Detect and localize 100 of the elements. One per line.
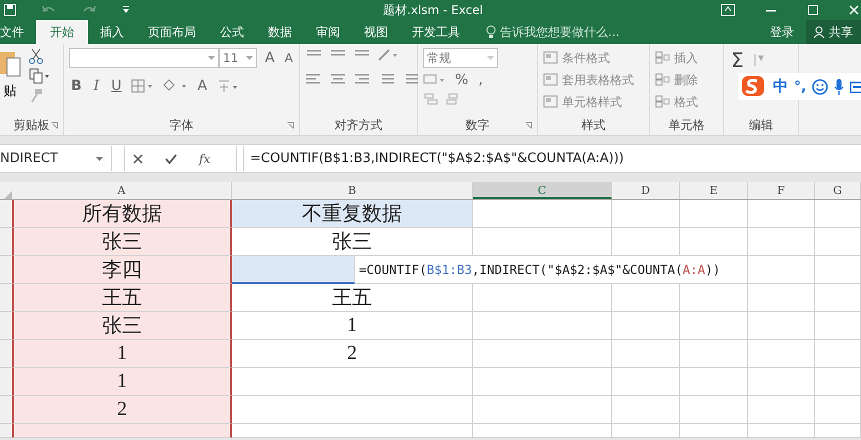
column-header[interactable]: A (12, 182, 232, 199)
table-cell (612, 284, 680, 312)
table-cell (815, 424, 861, 438)
delete-cells-button[interactable]: 删除 (655, 70, 698, 90)
input-mode-toggle[interactable]: 中 (773, 77, 788, 96)
tell-me-field[interactable]: 告诉我您想要做什么... (486, 20, 620, 44)
format-cells-button[interactable]: 格式 (655, 92, 698, 112)
ribbon-tab[interactable]: 开发工具 (400, 20, 472, 44)
row-header[interactable] (0, 424, 12, 438)
insert-cells-button[interactable]: 插入 (655, 48, 698, 68)
table-cell (815, 340, 861, 368)
redo-icon[interactable] (82, 5, 96, 15)
table-cell (612, 424, 680, 438)
insert-function-button[interactable]: fx (199, 152, 210, 166)
increase-decimal-icon[interactable] (423, 92, 439, 106)
cancel-icon[interactable] (133, 154, 143, 164)
undo-icon[interactable] (42, 5, 56, 15)
punctuation-toggle[interactable]: °, (794, 78, 806, 94)
input-method-logo-icon[interactable] (741, 74, 767, 98)
row-header[interactable] (0, 256, 12, 284)
autosum-button[interactable]: Σ (729, 48, 746, 72)
phonetic-guide-icon[interactable] (217, 78, 240, 94)
font-size-field[interactable]: 11 (219, 48, 257, 68)
formula-input[interactable]: =COUNTIF(B$1:B3,INDIRECT("$A$2:$A$"&COUNTA(A:A))) (243, 146, 861, 171)
align-left-icon[interactable] (305, 72, 323, 86)
column-header[interactable]: F (748, 182, 815, 199)
ribbon-tab[interactable]: 页面布局 (136, 20, 208, 44)
column-header[interactable]: E (680, 182, 748, 199)
ribbon-tab[interactable]: 文件 (0, 20, 36, 44)
cell-formula-editor[interactable]: =COUNTIF(B$1:B3,INDIRECT("$A$2:$A$"&COUNTA(A:A)) (355, 256, 748, 284)
enter-check-icon[interactable] (165, 154, 177, 164)
column-header[interactable]: G (815, 182, 861, 199)
align-right-icon[interactable] (353, 72, 371, 86)
login-link[interactable]: 登录 (758, 20, 806, 44)
table-cell: 不重复数据 (232, 200, 473, 228)
dialog-launcher-icon[interactable] (287, 122, 294, 129)
dropdown-caret-icon (96, 156, 103, 160)
align-center-icon[interactable] (329, 72, 347, 86)
table-cell: 李四 (12, 256, 232, 284)
comma-style-button[interactable]: , (476, 72, 485, 88)
row-header[interactable] (0, 228, 12, 256)
row-header[interactable] (0, 396, 12, 424)
ribbon-tab[interactable]: 开始 (36, 20, 88, 44)
decrease-font-button[interactable]: A (282, 51, 295, 65)
table-style-icon (543, 95, 559, 109)
font-color-button[interactable]: A (195, 78, 210, 94)
percent-button[interactable]: % (453, 72, 470, 88)
maximize-icon[interactable] (807, 4, 819, 16)
table-cell (748, 228, 815, 256)
share-button[interactable]: 共享 (806, 20, 861, 44)
name-box[interactable]: NDIRECT (0, 146, 112, 171)
dropdown-caret-icon (246, 56, 253, 60)
font-name-field[interactable] (69, 48, 219, 68)
italic-button[interactable]: I (92, 78, 102, 94)
cells-grid-icon (655, 73, 671, 87)
table-cell: 1 (12, 368, 232, 396)
table-cell (748, 396, 815, 424)
ribbon-tab[interactable]: 公式 (208, 20, 256, 44)
number-format-field[interactable]: 常规 (423, 48, 498, 68)
ribbon-tab[interactable]: 审阅 (304, 20, 352, 44)
bold-button[interactable]: B (69, 78, 84, 94)
scissors-icon[interactable] (29, 48, 43, 64)
keyboard-icon[interactable] (850, 80, 861, 92)
active-cell[interactable] (232, 256, 355, 284)
dialog-launcher-icon[interactable] (525, 122, 532, 129)
column-header[interactable]: C (473, 182, 612, 199)
emoji-icon[interactable] (812, 78, 828, 94)
dialog-launcher-icon[interactable] (51, 122, 58, 129)
column-header[interactable]: D (612, 182, 680, 199)
underline-button[interactable]: U (109, 78, 124, 94)
person-icon (814, 26, 826, 38)
close-icon[interactable] (849, 5, 859, 15)
table-cell: 1 (232, 312, 473, 340)
fill-color-icon[interactable] (161, 79, 188, 93)
save-icon[interactable] (4, 4, 16, 16)
increase-font-button[interactable]: A (263, 50, 277, 66)
ribbon-tab[interactable]: 插入 (88, 20, 136, 44)
row-header[interactable] (0, 312, 12, 340)
ribbon-tab[interactable]: 视图 (352, 20, 400, 44)
table-cell (815, 284, 861, 312)
orientation-icon[interactable] (377, 48, 397, 62)
conditional-formatting-button[interactable]: 条件格式 (543, 48, 634, 68)
table-cell: 所有数据 (12, 200, 232, 228)
ribbon-tab[interactable]: 数据 (256, 20, 304, 44)
table-cell (748, 312, 815, 340)
currency-icon[interactable] (423, 74, 447, 86)
row-header[interactable] (0, 340, 12, 368)
row-header[interactable] (0, 368, 12, 396)
ribbon-display-icon[interactable] (721, 4, 735, 16)
customize-caret-icon[interactable] (122, 6, 130, 14)
paste-button[interactable]: 贴 (0, 48, 25, 115)
table-cell: 王五 (232, 284, 473, 312)
row-header[interactable] (0, 284, 12, 312)
format-as-table-button[interactable]: 套用表格格式 (543, 70, 634, 90)
cell-styles-button[interactable]: 单元格样式 (543, 92, 634, 112)
table-cell (815, 200, 861, 228)
copy-icon[interactable] (29, 68, 49, 84)
row-header[interactable] (0, 200, 12, 228)
microphone-icon[interactable] (834, 78, 844, 94)
borders-icon[interactable] (131, 79, 154, 93)
